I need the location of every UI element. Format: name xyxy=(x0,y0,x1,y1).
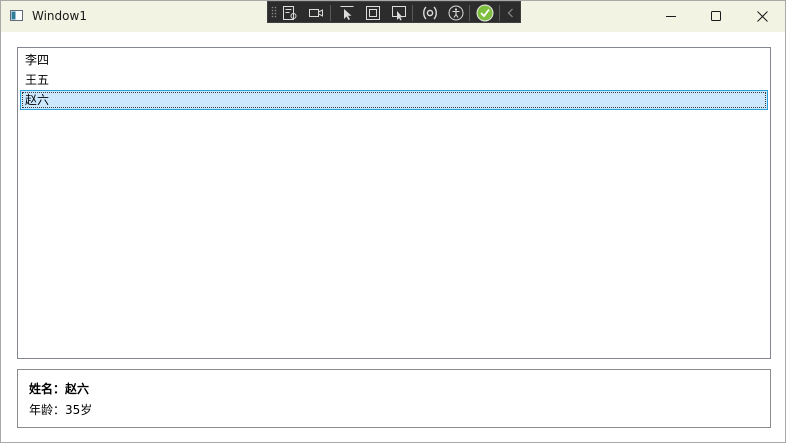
accessibility-icon xyxy=(448,5,464,21)
collapse-toolbar-button[interactable] xyxy=(502,4,520,22)
app-window: Window1 李四 王五 赵六 姓名：赵六 年龄：35岁 xyxy=(0,0,786,443)
list-item-label: 赵六 xyxy=(25,93,50,107)
maximize-button[interactable] xyxy=(693,1,739,32)
close-button[interactable] xyxy=(739,1,785,32)
live-visual-tree-icon xyxy=(283,6,297,20)
collapse-toolbar-icon xyxy=(507,8,513,18)
detail-panel: 姓名：赵六 年龄：35岁 xyxy=(17,369,771,428)
maximize-icon xyxy=(710,11,721,21)
track-focus-icon xyxy=(392,6,406,21)
record-icon xyxy=(309,9,323,17)
track-focus-button[interactable] xyxy=(390,4,408,22)
display-layout-adorners-icon xyxy=(366,6,380,20)
toolbar-separator xyxy=(330,5,331,21)
binding-failures-icon xyxy=(423,6,437,20)
detail-age: 年龄：35岁 xyxy=(29,403,93,417)
app-icon xyxy=(10,10,23,21)
toolbar-separator xyxy=(469,5,470,21)
toolbar-separator xyxy=(412,5,413,21)
window-title: Window1 xyxy=(32,9,87,23)
select-element-button[interactable] xyxy=(338,4,356,22)
minimize-button[interactable] xyxy=(648,1,694,32)
hot-reload-status-button[interactable] xyxy=(476,4,494,22)
live-visual-tree-button[interactable] xyxy=(281,4,299,22)
detail-name: 姓名：赵六 xyxy=(29,382,90,396)
binding-failures-button[interactable] xyxy=(421,4,439,22)
list-item-label: 王五 xyxy=(25,73,50,87)
list-item-label: 李四 xyxy=(25,53,50,67)
focus-rectangle xyxy=(22,92,766,108)
list-item-selected[interactable]: 赵六 xyxy=(20,90,768,110)
toolbar-separator xyxy=(499,5,500,21)
select-element-icon xyxy=(340,6,354,20)
hot-reload-status-icon xyxy=(476,4,494,22)
close-icon xyxy=(756,11,768,22)
list-item[interactable]: 王五 xyxy=(20,70,768,90)
minimize-icon xyxy=(665,16,676,17)
person-listbox[interactable]: 李四 王五 赵六 xyxy=(17,47,771,359)
xaml-debug-toolbar xyxy=(267,1,521,23)
toolbar-grip-icon[interactable] xyxy=(271,6,277,19)
accessibility-button[interactable] xyxy=(447,4,465,22)
list-item[interactable]: 李四 xyxy=(20,50,768,70)
display-layout-adorners-button[interactable] xyxy=(364,4,382,22)
record-button[interactable] xyxy=(307,4,325,22)
